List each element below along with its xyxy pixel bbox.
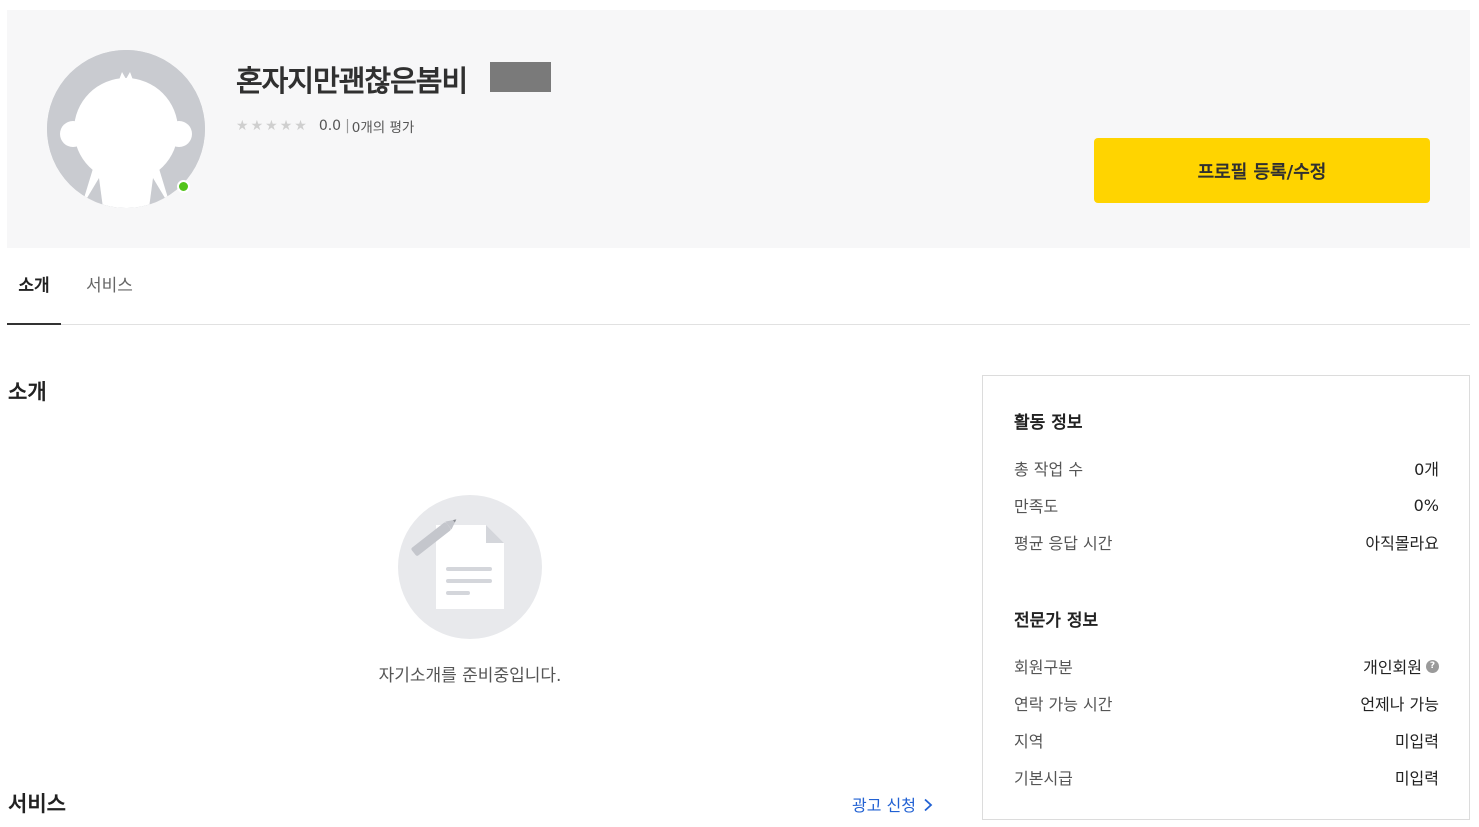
star-icon: ★ bbox=[250, 118, 264, 134]
info-label: 연락 가능 시간 bbox=[1014, 695, 1113, 714]
info-value: 0% bbox=[1413, 495, 1439, 515]
activity-row-response-time: 평균 응답 시간 아직몰라요 bbox=[1014, 530, 1439, 554]
ad-apply-link[interactable]: 광고 신청 bbox=[852, 792, 933, 816]
activity-row-satisfaction: 만족도 0% bbox=[1014, 493, 1439, 517]
info-value: 0개 bbox=[1414, 460, 1439, 479]
info-label: 회원구분 bbox=[1014, 658, 1073, 677]
profile-header: 혼자지만괜찮은봄비 ★ ★ ★ ★ ★ 0.0 | 0개의 평가 프로필 등록/… bbox=[7, 10, 1470, 248]
intro-section-title: 소개 bbox=[8, 380, 47, 404]
empty-document-icon bbox=[398, 495, 542, 639]
info-label: 지역 bbox=[1014, 732, 1044, 751]
info-label: 평균 응답 시간 bbox=[1014, 534, 1113, 553]
info-label: 만족도 bbox=[1014, 497, 1059, 516]
info-value: 미입력 bbox=[1394, 732, 1439, 751]
activity-info-heading: 활동 정보 bbox=[1014, 413, 1083, 433]
activity-row-total-jobs: 총 작업 수 0개 bbox=[1014, 456, 1439, 480]
rating-summary: ★ ★ ★ ★ ★ 0.0 | 0개의 평가 bbox=[236, 116, 414, 136]
star-icon: ★ bbox=[279, 118, 293, 134]
star-icon: ★ bbox=[265, 118, 278, 134]
empty-intro-message: 자기소개를 준비중입니다. bbox=[378, 666, 562, 686]
expert-info-heading: 전문가 정보 bbox=[1014, 611, 1099, 631]
info-value: 아직몰라요 bbox=[1365, 534, 1439, 553]
info-value-wrapper: 개인회원 ? bbox=[1363, 654, 1439, 678]
info-label: 기본시급 bbox=[1014, 769, 1073, 788]
ad-apply-label: 광고 신청 bbox=[852, 796, 916, 815]
info-value: 개인회원 bbox=[1363, 658, 1422, 677]
rating-separator: | bbox=[345, 118, 350, 134]
info-label: 총 작업 수 bbox=[1014, 460, 1084, 479]
star-icon: ★ bbox=[294, 118, 307, 134]
service-section-title: 서비스 bbox=[8, 792, 66, 816]
tab-intro[interactable]: 소개 bbox=[7, 258, 61, 325]
chevron-right-icon bbox=[921, 796, 933, 815]
profile-name: 혼자지만괜찮은봄비 bbox=[236, 64, 468, 98]
name-redaction-mask bbox=[490, 62, 551, 92]
info-value: 언제나 가능 bbox=[1360, 695, 1439, 714]
expert-row-contact-time: 연락 가능 시간 언제나 가능 bbox=[1014, 691, 1439, 715]
question-circle-icon[interactable]: ? bbox=[1426, 659, 1439, 673]
edit-profile-button[interactable]: 프로필 등록/수정 bbox=[1094, 138, 1430, 203]
star-icon: ★ bbox=[236, 118, 249, 134]
info-panel: 활동 정보 총 작업 수 0개 만족도 0% 평균 응답 시간 아직몰라요 전문… bbox=[982, 375, 1470, 820]
expert-row-hourly-rate: 기본시급 미입력 bbox=[1014, 765, 1439, 789]
rating-stars: ★ ★ ★ ★ ★ bbox=[236, 119, 307, 133]
expert-row-member-type: 회원구분 개인회원 ? bbox=[1014, 654, 1439, 678]
tab-service[interactable]: 서비스 bbox=[86, 258, 133, 324]
rating-score: 0.0 bbox=[318, 118, 342, 134]
info-value: 미입력 bbox=[1394, 769, 1439, 788]
profile-tabs: 소개 서비스 bbox=[7, 258, 1470, 325]
expert-row-region: 지역 미입력 bbox=[1014, 728, 1439, 752]
online-status-indicator bbox=[177, 180, 190, 193]
rating-count: 0개의 평가 bbox=[351, 120, 415, 136]
